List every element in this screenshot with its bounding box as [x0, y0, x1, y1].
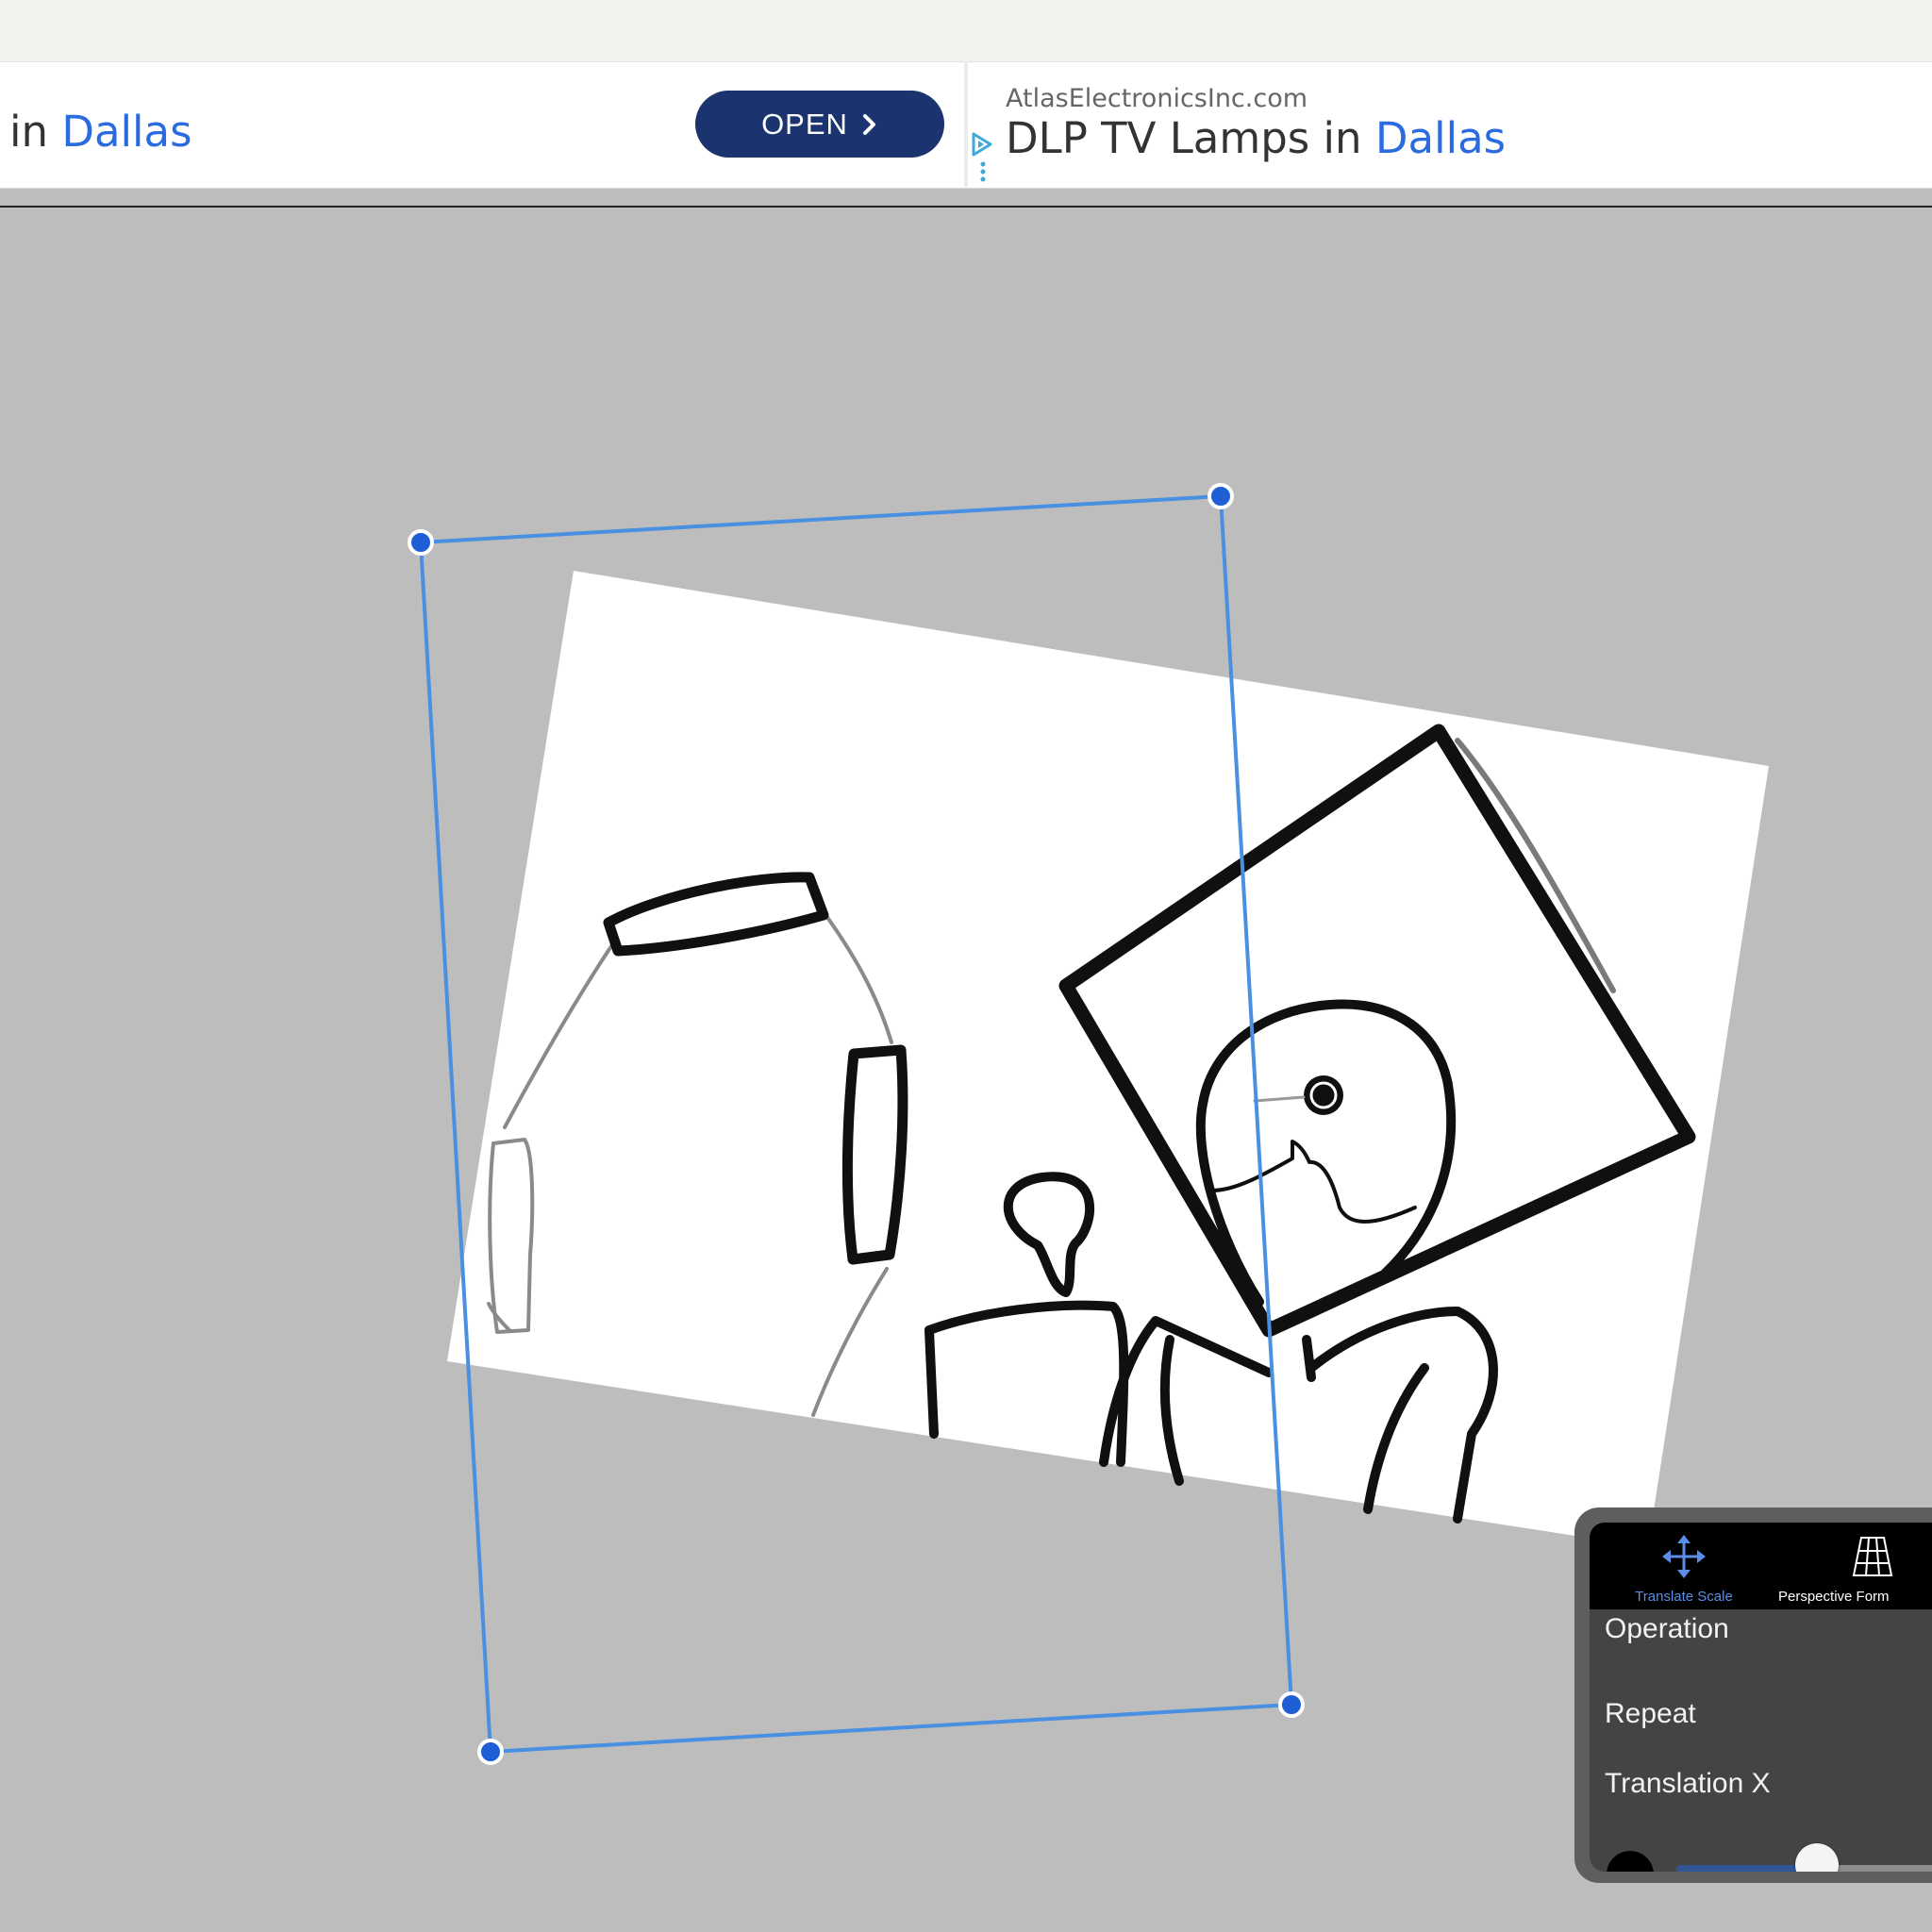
handle-bottom-right[interactable] [1278, 1691, 1305, 1718]
tab-perspective-form[interactable]: Perspective Form [1778, 1523, 1932, 1609]
move-arrows-icon [1662, 1535, 1706, 1578]
perspective-grid-icon [1852, 1537, 1893, 1576]
translation-x-decrement-button[interactable] [1607, 1851, 1654, 1872]
handle-top-right[interactable] [1208, 483, 1234, 509]
tab-translate-scale-label: Translate Scale [1635, 1589, 1733, 1605]
transform-tool-panel: Translate Scale Perspective Form Operati… [1574, 1507, 1932, 1883]
tab-perspective-form-label: Perspective Form [1778, 1589, 1890, 1605]
tab-translate-scale[interactable]: Translate Scale [1590, 1523, 1778, 1609]
handle-top-left[interactable] [408, 529, 434, 556]
operation-setting[interactable]: Operation [1605, 1615, 1729, 1643]
repeat-setting[interactable]: Repeat [1605, 1700, 1696, 1728]
transform-mode-bar: Translate Scale Perspective Form [1590, 1523, 1932, 1609]
transform-tool-panel-inner: Translate Scale Perspective Form Operati… [1590, 1523, 1932, 1872]
translation-x-label: Translation X [1605, 1768, 1771, 1799]
translation-x-slider-thumb[interactable] [1794, 1843, 1839, 1872]
handle-bottom-left[interactable] [477, 1739, 504, 1765]
